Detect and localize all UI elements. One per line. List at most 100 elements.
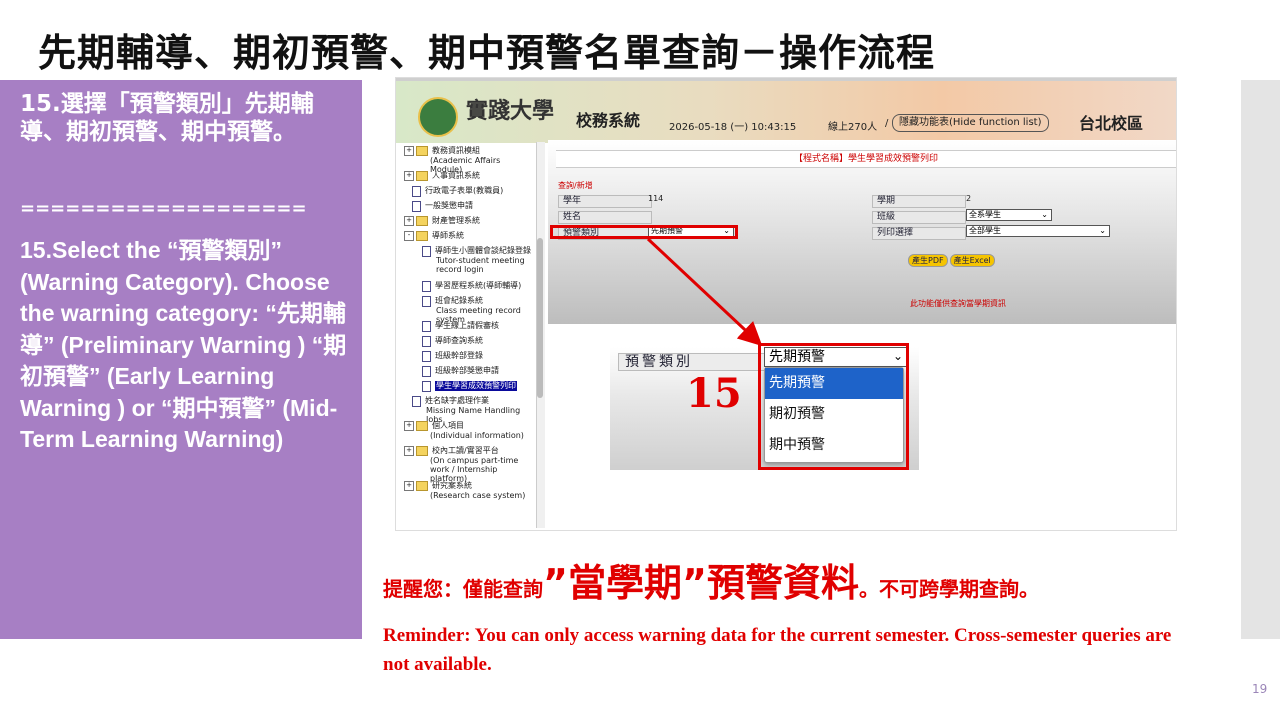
system-header: 實踐大學 校務系統 2026-05-18 (一) 10:43:15 線上270人… [396, 78, 1176, 143]
chevron-down-icon: ⌄ [1099, 226, 1106, 235]
document-icon [422, 321, 431, 332]
tree-item[interactable]: + 教務資訊模組 [404, 146, 480, 156]
print-label: 列印選擇 [872, 227, 966, 240]
tree-item[interactable]: 一般獎懲申請 [412, 201, 473, 212]
nav-tree: + 教務資訊模組 (Academic Affairs Module) + 人事資訊系統行… [396, 140, 548, 530]
expand-icon[interactable]: + [404, 216, 414, 226]
tree-item[interactable]: + 校內工讀/實習平台 [404, 446, 499, 456]
tree-item-label: 一般獎懲申請 [425, 201, 473, 210]
document-icon [412, 396, 421, 407]
folder-icon [416, 216, 428, 226]
expand-icon[interactable]: + [404, 171, 414, 181]
reminder-en: Reminder: You can only access warning da… [383, 625, 1172, 675]
instruction-en: 15.Select the “預警類別” (Warning Category).… [20, 237, 347, 452]
tree-item[interactable]: 導師查詢系統 [422, 336, 483, 347]
generate-pdf-button[interactable]: 產生PDF [908, 254, 948, 267]
slide-title: 先期輔導、期初預警、期中預警名單查詢－操作流程 [38, 31, 936, 75]
tree-item-subtitle: (On campus part-time work / Internship p… [430, 456, 519, 483]
document-icon [422, 281, 431, 292]
tree-item[interactable]: + 財產管理系統 [404, 216, 480, 226]
instruction-zh: 15.選擇「預警類別」先期輔導、期初預警、期中預警。 [20, 91, 314, 145]
folder-icon [416, 231, 428, 241]
tree-item-label: 班級幹部獎懲申請 [435, 366, 499, 375]
term-label: 學期 [872, 195, 966, 208]
year-value: 114 [648, 194, 664, 203]
university-logo-icon [418, 97, 458, 137]
tree-item-label: 行政電子表單(教職員) [425, 186, 504, 195]
tree-item-label: 導師查詢系統 [435, 336, 483, 345]
tree-item-label: 學習歷程系統(導師輔導) [435, 281, 522, 290]
document-icon [422, 381, 431, 392]
instruction-separator: =================== [20, 198, 307, 219]
export-buttons: 產生PDF 產生Excel [908, 254, 995, 267]
university-name: 實踐大學 [466, 98, 555, 124]
tree-item-label: 姓名缺字處理作業 [425, 396, 489, 405]
expand-icon[interactable]: + [404, 421, 414, 431]
print-select[interactable]: 全部學生 ⌄ [966, 225, 1110, 237]
hide-function-list-button[interactable]: 隱藏功能表(Hide function list) [892, 114, 1049, 132]
highlight-options-box [758, 343, 909, 470]
campus-label: 台北校區 [1079, 114, 1144, 133]
right-decor-bar [1241, 80, 1280, 639]
document-icon [422, 296, 431, 307]
tree-item[interactable]: - 導師系統 [404, 231, 464, 241]
collapse-icon[interactable]: - [404, 231, 414, 241]
chevron-down-icon: ⌄ [1041, 210, 1048, 219]
folder-icon [416, 146, 428, 156]
document-icon [412, 201, 421, 212]
expand-icon[interactable]: + [404, 481, 414, 491]
document-icon [422, 366, 431, 377]
tree-item-label: 學生學習成效預警列印 [435, 381, 517, 391]
tree-item-label: 研究案系統 [432, 481, 472, 490]
folder-icon [416, 171, 428, 181]
page-number: 19 [1252, 682, 1268, 696]
header-datetime: 2026-05-18 (一) 10:43:15 [669, 122, 797, 133]
tree-item[interactable]: 學習歷程系統(導師輔導) [422, 281, 521, 292]
header-separator: / [885, 118, 889, 129]
tree-item-label: 個人項目 [432, 421, 464, 430]
tree-item-label: 班級幹部登錄 [435, 351, 483, 360]
tree-item-label: 學生線上請假審核 [435, 321, 499, 330]
name-label: 姓名 [558, 211, 652, 224]
folder-icon [416, 421, 428, 431]
document-icon [422, 336, 431, 347]
tree-item[interactable]: 班級幹部登錄 [422, 351, 483, 362]
reminder-zh-suffix: 。不可跨學期查詢。 [858, 577, 1039, 601]
reminder-zh-emphasis: ”當學期”預警資料 [543, 561, 859, 605]
tree-item[interactable]: + 研究案系統 [404, 481, 472, 491]
tree-item-subtitle: Tutor-student meeting record login [436, 256, 525, 274]
tree-item[interactable]: 行政電子表單(教職員) [412, 186, 503, 197]
tree-item[interactable]: 班級幹部獎懲申請 [422, 366, 499, 377]
class-select-value: 全系學生 [969, 210, 1001, 219]
system-name: 校務系統 [576, 111, 641, 130]
document-icon [422, 246, 431, 257]
instruction-panel: 15.選擇「預警類別」先期輔導、期初預警、期中預警。 =============… [0, 80, 362, 639]
generate-excel-button[interactable]: 產生Excel [949, 254, 995, 267]
class-label: 班級 [872, 211, 966, 224]
reminder-zh: 提醒您：僅能查詢”當學期”預警資料。不可跨學期查詢。 [383, 552, 1039, 607]
print-select-value: 全部學生 [969, 226, 1001, 235]
nav-scroll-thumb[interactable] [537, 238, 543, 398]
tree-item-label: 導師系統 [432, 231, 464, 240]
tree-item-subtitle: (Individual information) [430, 431, 524, 440]
query-section-title: 查詢/新增 [558, 181, 593, 190]
tree-item-subtitle: (Research case system) [430, 491, 526, 500]
document-icon [412, 186, 421, 197]
tree-item[interactable]: 學生學習成效預警列印 [422, 381, 517, 392]
tree-item[interactable]: + 人事資訊系統 [404, 171, 480, 181]
tree-item[interactable]: 學生線上請假審核 [422, 321, 499, 332]
tree-item-label: 財產管理系統 [432, 216, 480, 225]
expand-icon[interactable]: + [404, 446, 414, 456]
header-online-count: 線上270人 [828, 122, 878, 133]
semester-notice: 此功能僅供查詢當學期資訊 [910, 299, 1006, 308]
tree-item[interactable]: + 個人項目 [404, 421, 464, 431]
document-icon [422, 351, 431, 362]
folder-icon [416, 446, 428, 456]
tree-item-label: 導師生小團體會談紀錄登錄 [435, 246, 531, 255]
tree-item-label: 校內工讀/實習平台 [432, 446, 499, 455]
highlight-category-box [550, 225, 738, 239]
class-select[interactable]: 全系學生 ⌄ [966, 209, 1052, 221]
folder-icon [416, 481, 428, 491]
tree-item-label: 人事資訊系統 [432, 171, 480, 180]
expand-icon[interactable]: + [404, 146, 414, 156]
